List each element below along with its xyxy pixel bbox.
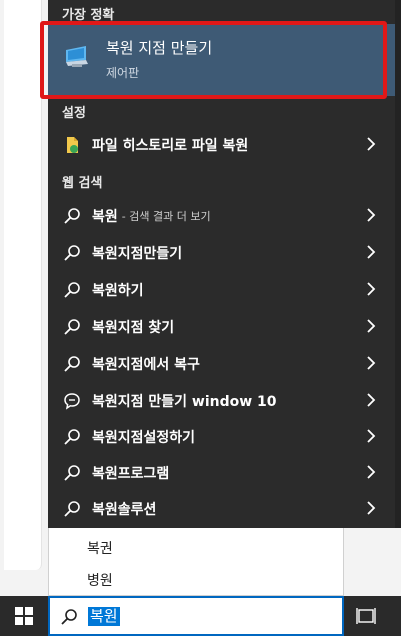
search-results-panel: 가장 정확 복원 지점 만들기 제어판 설정 파일 히스토리로 파일 복원 웹 … — [48, 0, 401, 528]
chat-bubble-icon — [62, 391, 82, 411]
chevron-right-icon — [367, 501, 376, 515]
web-item[interactable]: 복원지점 찾기 — [48, 308, 395, 345]
chevron-right-icon — [367, 282, 376, 296]
search-icon — [62, 280, 82, 300]
chevron-right-icon — [367, 208, 376, 222]
web-item[interactable]: 복원지점만들기 — [48, 234, 395, 271]
search-icon — [62, 317, 82, 337]
web-item-label: 복원프로그램 — [92, 465, 170, 482]
web-item[interactable]: 복원솔루션 — [48, 490, 395, 527]
task-view-icon[interactable] — [356, 606, 376, 626]
file-history-icon — [62, 135, 82, 155]
windows-logo-icon — [15, 607, 33, 625]
panel-scroll-strip[interactable] — [395, 0, 401, 528]
settings-item-label: 파일 히스토리로 파일 복원 — [92, 137, 249, 154]
search-icon — [62, 206, 82, 226]
web-item-label: 복원지점에서 복구 — [92, 356, 200, 373]
chevron-right-icon — [367, 356, 376, 370]
taskbar-search-box[interactable]: 복원 — [48, 596, 344, 636]
best-match-header: 가장 정확 — [62, 8, 115, 23]
chevron-right-icon — [367, 429, 376, 443]
background-app — [0, 0, 48, 596]
search-input[interactable]: 복원 — [88, 607, 120, 626]
taskbar: 복원 — [0, 596, 401, 636]
search-icon — [62, 243, 82, 263]
web-item-label: 복원지점 만들기 window 10 — [92, 393, 277, 410]
system-restore-monitor-icon — [66, 46, 88, 67]
web-item-label: 복원솔루션 — [92, 501, 157, 518]
best-match-title: 복원 지점 만들기 — [106, 39, 213, 57]
web-item-label: 복원 — [92, 208, 118, 225]
chevron-right-icon — [367, 465, 376, 479]
web-item[interactable]: 복원지점설정하기 — [48, 418, 395, 455]
web-item-label: 복원지점만들기 — [92, 245, 183, 262]
web-search-header: 웹 검색 — [62, 176, 103, 191]
chevron-right-icon — [367, 245, 376, 259]
chevron-right-icon — [367, 137, 376, 151]
start-button[interactable] — [0, 596, 48, 636]
web-item[interactable]: 복원프로그램 — [48, 454, 395, 491]
background-app-panel — [4, 0, 42, 570]
chevron-right-icon — [367, 393, 376, 407]
web-item[interactable]: 복원지점에서 복구 — [48, 345, 395, 382]
search-icon — [62, 427, 82, 447]
best-match-result[interactable]: 복원 지점 만들기 제어판 — [48, 24, 395, 96]
settings-item-file-history[interactable]: 파일 히스토리로 파일 복원 — [48, 126, 395, 163]
web-item-label: 복원하기 — [92, 282, 144, 299]
suggestion-item[interactable]: 병원 — [87, 570, 113, 590]
suggestion-item[interactable]: 복권 — [87, 538, 113, 558]
search-icon — [62, 463, 82, 483]
best-match-subtitle: 제어판 — [106, 66, 140, 80]
web-item-label: 복원지점설정하기 — [92, 429, 196, 446]
settings-header: 설정 — [62, 106, 86, 121]
search-icon — [62, 499, 82, 519]
web-item[interactable]: 복원하기 — [48, 271, 395, 308]
web-item-label: 복원지점 찾기 — [92, 319, 175, 336]
desktop-area — [344, 528, 401, 596]
search-icon — [61, 609, 77, 625]
chevron-right-icon — [367, 319, 376, 333]
web-item-more-results[interactable]: 복원 - 검색 결과 더 보기 — [48, 197, 395, 234]
web-item[interactable]: 복원지점 만들기 window 10 — [48, 382, 395, 419]
autocomplete-suggestions: 복권 병원 — [48, 528, 344, 596]
web-item-suffix: - 검색 결과 더 보기 — [121, 209, 211, 223]
search-icon — [62, 354, 82, 374]
